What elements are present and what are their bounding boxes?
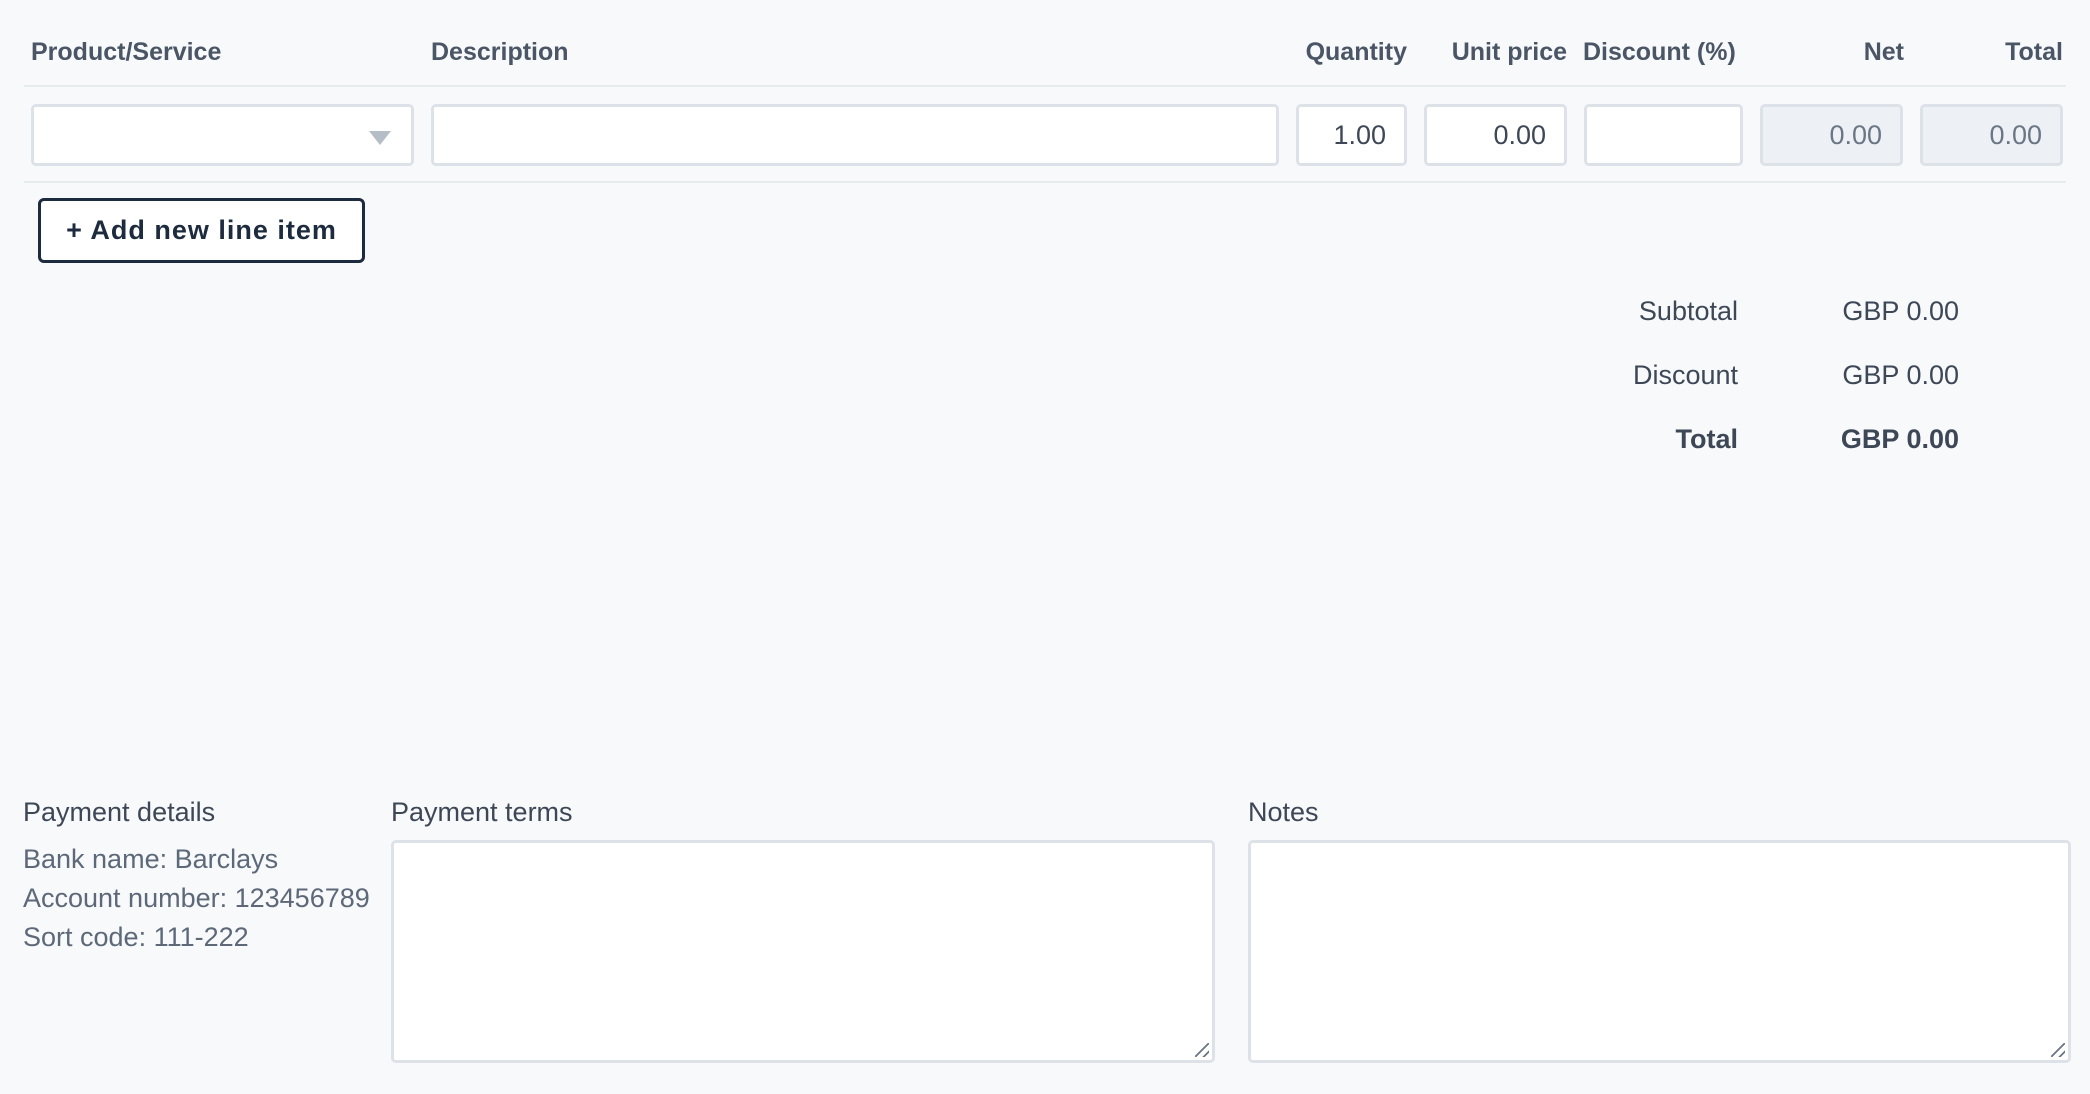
resize-grip-icon[interactable] <box>1195 1043 1209 1057</box>
notes-textarea[interactable] <box>1248 840 2071 1063</box>
description-input[interactable] <box>431 104 1279 166</box>
header-discount: Discount (%) <box>1583 38 1736 66</box>
payment-terms-label: Payment terms <box>391 797 573 827</box>
header-product: Product/Service <box>31 38 222 66</box>
payment-details-label: Payment details <box>23 797 216 827</box>
row-divider <box>24 181 2066 183</box>
quantity-value: 1.00 <box>1333 119 1386 150</box>
header-unit-price: Unit price <box>1451 38 1567 66</box>
add-line-item-button[interactable]: + Add new line item <box>38 198 365 263</box>
bank-name: Bank name: Barclays <box>23 844 279 874</box>
invoice-line-items-page: Product/Service Description Quantity Uni… <box>0 0 2090 1094</box>
subtotal-value: GBP 0.00 <box>1842 296 1959 326</box>
total-field: 0.00 <box>1920 104 2063 166</box>
unit-price-input[interactable]: 0.00 <box>1424 104 1567 166</box>
net-field: 0.00 <box>1760 104 1903 166</box>
net-value: 0.00 <box>1829 119 1882 150</box>
subtotal-label: Subtotal <box>1638 296 1738 326</box>
discount-total-value: GBP 0.00 <box>1842 360 1959 390</box>
payment-terms-textarea[interactable] <box>391 840 1215 1063</box>
notes-label: Notes <box>1248 797 1319 827</box>
product-select[interactable] <box>31 104 414 166</box>
header-description: Description <box>431 38 569 66</box>
discount-total-label: Discount <box>1632 360 1738 390</box>
quantity-input[interactable]: 1.00 <box>1296 104 1407 166</box>
account-number: Account number: 123456789 <box>23 883 370 913</box>
header-quantity: Quantity <box>1305 38 1407 66</box>
discount-input[interactable] <box>1584 104 1743 166</box>
grand-total-value: GBP 0.00 <box>1840 424 1959 454</box>
header-total: Total <box>2005 38 2063 66</box>
unit-price-value: 0.00 <box>1493 119 1546 150</box>
total-value: 0.00 <box>1989 119 2042 150</box>
header-divider <box>24 85 2066 87</box>
resize-grip-icon[interactable] <box>2051 1043 2065 1057</box>
chevron-down-icon <box>369 131 391 145</box>
header-net: Net <box>1863 38 1904 66</box>
grand-total-label: Total <box>1675 424 1739 454</box>
sort-code: Sort code: 111-222 <box>23 922 249 952</box>
